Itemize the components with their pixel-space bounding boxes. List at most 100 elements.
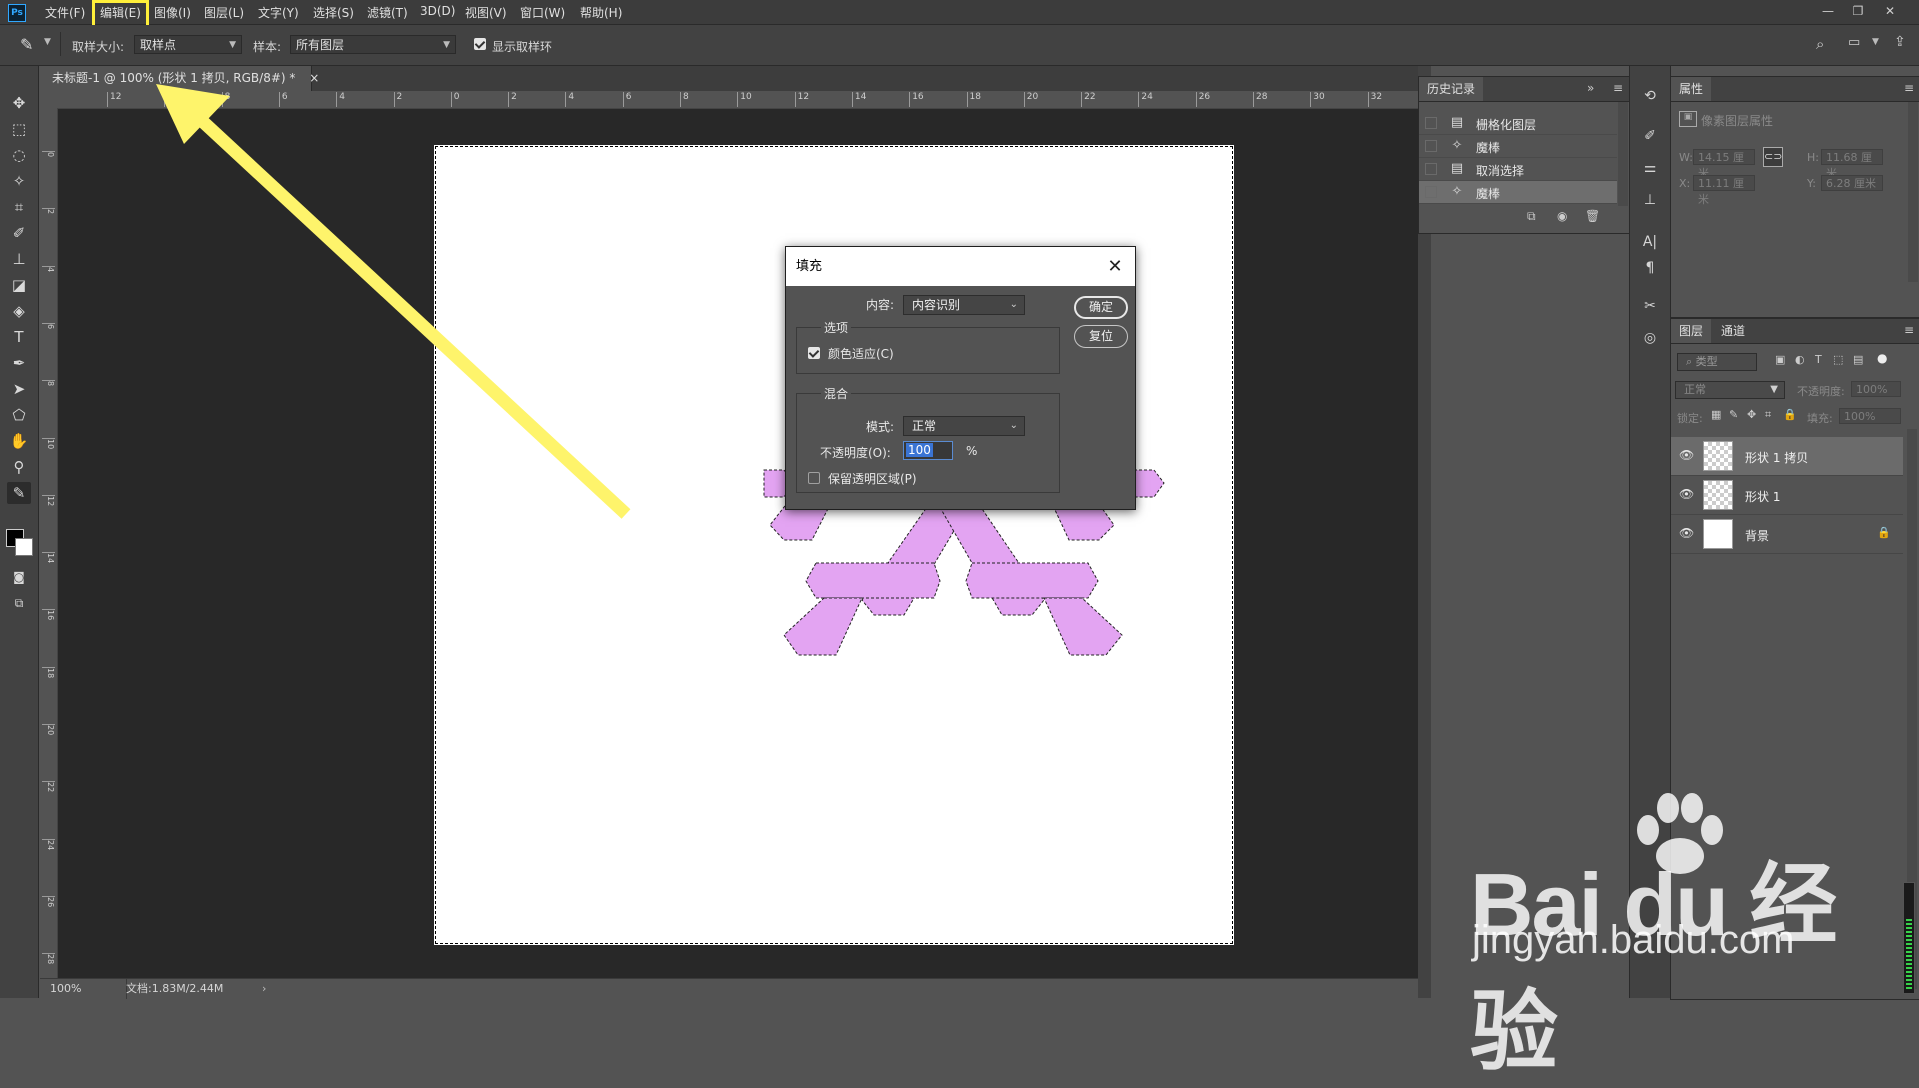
history-scrollbar[interactable]	[1618, 102, 1628, 206]
filter-adjustment-icon[interactable]: ◐	[1795, 353, 1805, 366]
show-ring-checkbox[interactable]	[474, 38, 486, 50]
layer-opacity-field[interactable]: 100%	[1851, 381, 1901, 397]
type-tool-icon[interactable]: T	[7, 326, 31, 348]
restore-icon[interactable]: ❐	[1844, 2, 1872, 20]
visibility-eye-icon[interactable]: 👁	[1679, 487, 1694, 501]
preserve-transparency-checkbox[interactable]	[808, 472, 820, 484]
layer-row[interactable]: 👁 背景 🔒	[1671, 515, 1903, 554]
brush-tool-icon[interactable]: ✐	[7, 222, 31, 244]
menu-select[interactable]: 选择(S)	[313, 4, 354, 21]
lock-transparent-icon[interactable]: ▦	[1711, 408, 1721, 421]
search-icon[interactable]: ⌕	[1816, 35, 1824, 53]
workspace-icon[interactable]: ▭	[1848, 35, 1860, 50]
lasso-tool-icon[interactable]: ◌	[7, 144, 31, 166]
path-select-tool-icon[interactable]: ➤	[7, 378, 31, 400]
fill-field[interactable]: 100%	[1839, 408, 1901, 424]
snapshot-checkbox[interactable]	[1425, 163, 1437, 175]
panel-menu-icon[interactable]: ≡	[1904, 323, 1914, 337]
reset-button[interactable]: 复位	[1074, 325, 1128, 348]
opacity-input[interactable]: 100	[903, 441, 953, 460]
camera-icon[interactable]: ◉	[1557, 209, 1567, 223]
snapshot-checkbox[interactable]	[1425, 117, 1437, 129]
height-field[interactable]: 11.68 厘米	[1821, 149, 1883, 180]
layer-row[interactable]: 👁 形状 1 拷贝	[1671, 437, 1903, 476]
history-item[interactable]: ▤ 取消选择	[1419, 158, 1617, 181]
visibility-eye-icon[interactable]: 👁	[1679, 448, 1694, 462]
sample-select[interactable]: 所有图层 ▼	[290, 35, 456, 54]
adjustments-icon[interactable]: ⚌	[1640, 158, 1660, 178]
share-icon[interactable]: ⇪	[1894, 34, 1906, 50]
tools-icon[interactable]: ✂	[1640, 296, 1660, 316]
x-field[interactable]: 11.11 厘米	[1693, 175, 1755, 206]
filter-type-icon[interactable]: T	[1815, 353, 1822, 366]
eraser-tool-icon[interactable]: ◪	[7, 274, 31, 296]
character-icon[interactable]: A|	[1640, 232, 1660, 252]
ok-button[interactable]: 确定	[1074, 296, 1128, 319]
menu-type[interactable]: 文字(Y)	[258, 4, 299, 21]
history-item[interactable]: ▤ 栅格化图层	[1419, 112, 1617, 135]
menu-3d[interactable]: 3D(D)	[420, 4, 455, 18]
menu-help[interactable]: 帮助(H)	[580, 4, 622, 21]
filter-pixel-icon[interactable]: ▣	[1775, 353, 1785, 366]
layer-filter-select[interactable]: ⌕ 类型	[1677, 353, 1757, 371]
workspace-chevron-icon[interactable]: ▼	[1872, 37, 1879, 47]
brush-settings-icon[interactable]: ✐	[1640, 126, 1660, 146]
background-color-swatch[interactable]	[15, 538, 33, 556]
bucket-tool-icon[interactable]: ◈	[7, 300, 31, 322]
close-window-icon[interactable]: ✕	[1876, 2, 1904, 20]
sample-size-select[interactable]: 取样点 ▼	[134, 35, 242, 54]
menu-layer[interactable]: 图层(L)	[204, 4, 244, 21]
panel-menu-icon[interactable]: ≡	[1904, 81, 1914, 95]
menu-filter[interactable]: 滤镜(T)	[367, 4, 408, 21]
tab-channels[interactable]: 通道	[1713, 319, 1753, 343]
eyedropper-tool-icon[interactable]: ✎	[20, 35, 33, 54]
y-field[interactable]: 6.28 厘米	[1821, 175, 1883, 191]
minimize-icon[interactable]: —	[1814, 2, 1842, 20]
close-icon[interactable]: ✕	[1105, 247, 1125, 286]
tab-properties[interactable]: 属性	[1671, 77, 1712, 101]
move-tool-icon[interactable]: ✥	[7, 92, 31, 114]
marquee-tool-icon[interactable]: ⬚	[7, 118, 31, 140]
properties-scrollbar[interactable]	[1908, 102, 1918, 282]
lock-icon[interactable]: 🔒	[1877, 526, 1891, 539]
history-icon[interactable]: ⟲	[1640, 86, 1660, 106]
magic-wand-tool-icon[interactable]: ✧	[7, 170, 31, 192]
status-arrow-icon[interactable]: ›	[262, 979, 266, 999]
lock-pixels-icon[interactable]: ✎	[1729, 408, 1738, 421]
menu-file[interactable]: 文件(F)	[45, 4, 85, 21]
trash-icon[interactable]: 🗑	[1585, 209, 1600, 223]
blend-mode-select[interactable]: 正常 ▼	[1675, 381, 1785, 399]
tool-preset-chevron-icon[interactable]: ▼	[44, 37, 51, 47]
filter-shape-icon[interactable]: ⬚	[1833, 353, 1843, 366]
hand-tool-icon[interactable]: ✋	[7, 430, 31, 452]
pen-tool-icon[interactable]: ✒	[7, 352, 31, 374]
zoom-level[interactable]: 100%	[50, 979, 81, 999]
clone-source-icon[interactable]: ⊥	[1640, 190, 1660, 210]
link-icon[interactable]: ⊂⊃	[1763, 147, 1783, 167]
lock-all-icon[interactable]: 🔒	[1783, 408, 1797, 421]
snapshot-checkbox[interactable]	[1425, 186, 1437, 198]
color-adapt-checkbox[interactable]	[808, 347, 820, 359]
history-item[interactable]: ✧ 魔棒	[1419, 135, 1617, 158]
lock-position-icon[interactable]: ✥	[1747, 408, 1756, 421]
tab-history[interactable]: 历史记录	[1419, 77, 1484, 101]
menu-window[interactable]: 窗口(W)	[520, 4, 565, 21]
layer-row[interactable]: 👁 形状 1	[1671, 476, 1903, 515]
shape-tool-icon[interactable]: ⬠	[7, 404, 31, 426]
dialog-title-bar[interactable]: 填充 ✕	[786, 247, 1135, 286]
screen-mode-icon[interactable]: ⧉	[7, 592, 31, 614]
eyedropper-tool-icon[interactable]: ✎	[7, 482, 31, 504]
filter-toggle-icon[interactable]: ●	[1877, 351, 1887, 365]
tab-layers[interactable]: 图层	[1671, 319, 1712, 343]
panel-menu-icon[interactable]: ≡	[1613, 81, 1623, 95]
vertical-ruler[interactable]: 0 2 4 6 8 10 12 14 16 18 20 22 24 26 28	[40, 108, 58, 978]
zoom-tool-icon[interactable]: ⚲	[7, 456, 31, 478]
quick-mask-icon[interactable]: ◙	[7, 566, 31, 588]
filter-smart-object-icon[interactable]: ▤	[1853, 353, 1863, 366]
stamp-tool-icon[interactable]: ⊥	[7, 248, 31, 270]
width-field[interactable]: 14.15 厘米	[1693, 149, 1755, 180]
collapse-icon[interactable]: »	[1587, 81, 1594, 95]
menu-image[interactable]: 图像(I)	[154, 4, 191, 21]
paragraph-icon[interactable]: ¶	[1640, 258, 1660, 278]
lock-artboard-icon[interactable]: ⌗	[1765, 408, 1771, 422]
